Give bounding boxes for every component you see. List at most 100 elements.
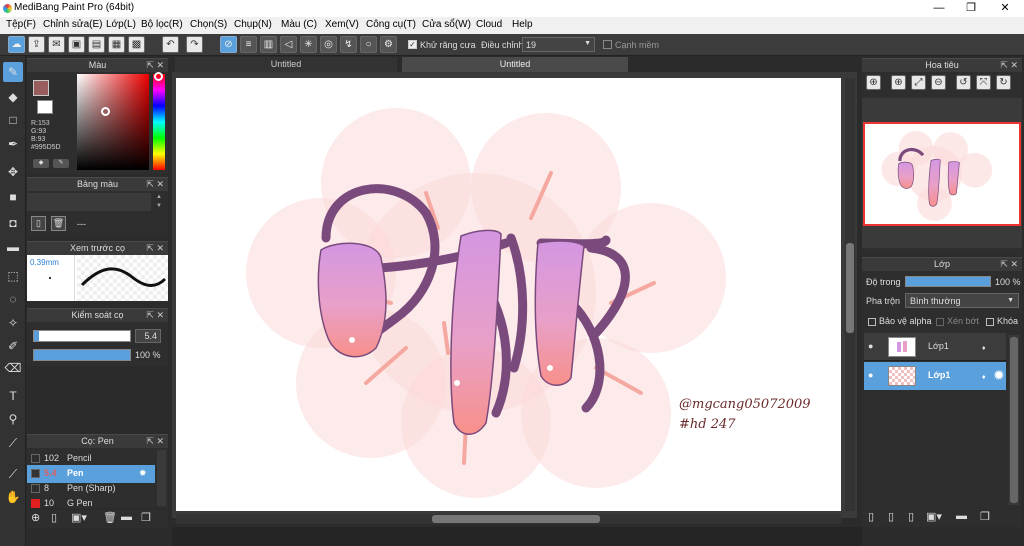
brush-opacity-slider[interactable] <box>33 349 131 361</box>
dot-tool-icon[interactable]: ✒ <box>3 134 23 154</box>
vertical-scrollbar[interactable] <box>845 78 855 511</box>
visibility-icon[interactable]: ● <box>868 341 873 351</box>
foreground-color-swatch[interactable] <box>33 80 49 96</box>
snap-radial-icon[interactable]: ✳ <box>300 36 317 53</box>
divide-tool-icon[interactable]: ⟋ <box>3 464 23 484</box>
comment-icon[interactable]: ✉ <box>48 36 65 53</box>
layer-settings-icon[interactable]: ♦ <box>982 345 986 352</box>
redo-icon[interactable]: ↷ <box>186 36 203 53</box>
eyedropper-small-icon[interactable]: ✎ <box>53 159 69 168</box>
snap-off-icon[interactable]: ⊘ <box>220 36 237 53</box>
clipping-checkbox[interactable]: Xén bớt <box>936 316 979 326</box>
palette-scroll-arrows[interactable]: ▲ ▼ <box>153 193 165 211</box>
new-layer-2-icon[interactable]: ▯ <box>888 510 894 523</box>
gradient-tool-icon[interactable]: ▬ <box>3 237 23 257</box>
panel-close-icon[interactable]: ⇱ ✕ <box>146 435 164 448</box>
rotate-right-icon[interactable]: ↻ <box>996 75 1011 90</box>
delete-brush-icon[interactable]: 🗑 <box>103 511 117 524</box>
menu-view[interactable]: Xem(V) <box>325 19 359 30</box>
move-tool-icon[interactable]: ✥ <box>3 162 23 182</box>
select-tool-icon[interactable]: ⬚ <box>3 266 23 286</box>
material-icon[interactable]: ▦ <box>108 36 125 53</box>
menu-edit[interactable]: Chỉnh sửa(E) <box>43 19 103 30</box>
palette-list[interactable] <box>27 193 151 211</box>
color-history-button[interactable]: ◆ <box>33 159 49 168</box>
brush-size-value[interactable]: 5.4 <box>135 329 161 343</box>
snap-settings-icon[interactable]: ⚙ <box>380 36 397 53</box>
flip-icon[interactable]: ⤧ <box>976 75 991 90</box>
hue-handle[interactable] <box>154 72 163 81</box>
background-color-swatch[interactable] <box>37 100 53 114</box>
menu-layer[interactable]: Lớp(L) <box>106 19 136 30</box>
select-eraser-tool-icon[interactable]: ⌫ <box>3 358 23 378</box>
visibility-icon[interactable]: ● <box>868 370 873 380</box>
folder-icon[interactable]: ▬ <box>956 510 967 522</box>
add-brush-icon[interactable]: ⊕ <box>31 511 40 524</box>
eraser-tool-icon[interactable]: ◆ <box>3 87 23 107</box>
brush-menu-icon[interactable]: ▣▾ <box>71 511 87 524</box>
save-icon[interactable]: ▣ <box>68 36 85 53</box>
snap-parallel-icon[interactable]: ≡ <box>240 36 257 53</box>
snap-cross-icon[interactable]: ▥ <box>260 36 277 53</box>
select-pen-tool-icon[interactable]: ✐ <box>3 336 23 356</box>
menu-capture[interactable]: Chụp(N) <box>234 19 272 30</box>
lock-checkbox[interactable]: Khóa <box>986 316 1018 326</box>
snap-ellipse-icon[interactable]: ○ <box>360 36 377 53</box>
correction-select[interactable]: 19 ▼ <box>522 37 595 52</box>
menu-cloud[interactable]: Cloud <box>476 19 502 30</box>
zoom-out-icon[interactable]: ⊖ <box>931 75 946 90</box>
new-palette-icon[interactable]: ▯ <box>31 216 46 231</box>
saturation-value-picker[interactable] <box>77 74 149 170</box>
shape-tool-icon[interactable]: ■ <box>3 187 23 207</box>
layer-settings-icon[interactable]: ♦ <box>982 374 986 381</box>
panel-close-icon[interactable]: ⇱ ✕ <box>146 242 164 255</box>
snap-circle-icon[interactable]: ◎ <box>320 36 337 53</box>
hue-slider[interactable] <box>153 72 165 170</box>
tab-untitled-1[interactable]: Untitled <box>175 57 397 72</box>
rotate-left-icon[interactable]: ↺ <box>956 75 971 90</box>
panel-close-icon[interactable]: ⇱ ✕ <box>146 309 164 322</box>
zoom-in-2-icon[interactable]: ⊕ <box>891 75 906 90</box>
panel-close-icon[interactable]: ⇱ ✕ <box>1000 59 1018 72</box>
text-tool-icon[interactable]: T <box>3 386 23 406</box>
zoom-in-icon[interactable]: ⊕ <box>866 75 881 90</box>
fit-icon[interactable]: ⤢ <box>911 75 926 90</box>
gear-icon[interactable]: ✹ <box>993 367 1005 384</box>
brush-item[interactable]: 10 G Pen <box>27 495 155 508</box>
panel-close-icon[interactable]: ⇱ ✕ <box>146 59 164 72</box>
new-layer-icon[interactable]: ▯ <box>868 510 874 523</box>
menu-filter[interactable]: Bộ lọc(R) <box>141 19 183 30</box>
layer-row[interactable]: ● Lớp1 ♦ <box>864 333 1006 361</box>
new-layer-3-icon[interactable]: ▯ <box>908 510 914 523</box>
horizontal-scrollbar[interactable] <box>176 514 841 524</box>
tab-untitled-2[interactable]: Untitled <box>402 57 628 72</box>
new-brush-icon[interactable]: ▯ <box>51 511 57 524</box>
menu-select[interactable]: Chọn(S) <box>190 19 227 30</box>
protect-alpha-checkbox[interactable]: Bảo vệ alpha <box>868 316 932 326</box>
rectangle-tool-icon[interactable]: □ <box>3 110 23 130</box>
menu-tools[interactable]: Công cụ(T) <box>366 19 416 30</box>
navigator-view[interactable] <box>862 98 1022 248</box>
duplicate-layer-icon[interactable]: ❐ <box>980 510 990 523</box>
delete-palette-icon[interactable]: 🗑 <box>51 216 66 231</box>
fill-tool-icon[interactable]: ◘ <box>3 213 23 233</box>
layer-scroll-thumb[interactable] <box>1010 337 1018 503</box>
layer-menu-icon[interactable]: ▣▾ <box>926 510 942 523</box>
hand-tool-icon[interactable]: ✋ <box>3 487 23 507</box>
magic-wand-tool-icon[interactable]: ✧ <box>3 313 23 333</box>
color-picker-handle[interactable] <box>101 107 110 116</box>
close-window-button[interactable]: ✕ <box>988 0 1022 17</box>
panel-close-icon[interactable]: ⇱ ✕ <box>1000 258 1018 271</box>
horizontal-scroll-thumb[interactable] <box>432 515 600 523</box>
menu-window[interactable]: Cửa sổ(W) <box>422 19 471 30</box>
grid-icon[interactable]: ▩ <box>128 36 145 53</box>
layer-row-selected[interactable]: ● Lớp1 ♦ ✹ <box>864 362 1006 390</box>
panel-close-icon[interactable]: ⇱ ✕ <box>146 178 164 191</box>
vertical-scroll-thumb[interactable] <box>846 243 854 333</box>
minimize-button[interactable]: — <box>922 0 956 17</box>
folder-icon[interactable]: ▬ <box>121 511 132 523</box>
document-icon[interactable]: ▤ <box>88 36 105 53</box>
menu-file[interactable]: Tệp(F) <box>6 19 36 30</box>
lasso-tool-icon[interactable]: ◌ <box>3 289 23 309</box>
layer-opacity-slider[interactable] <box>905 276 991 287</box>
